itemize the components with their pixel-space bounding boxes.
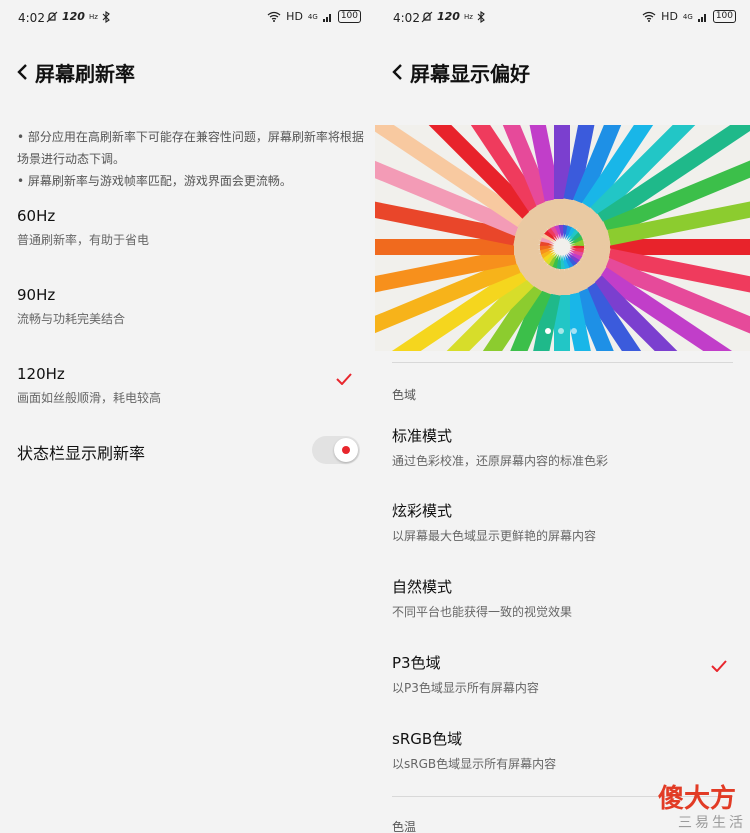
- page-title: 屏幕显示偏好: [410, 62, 530, 86]
- watermark-sub: 三易生活: [678, 815, 746, 831]
- option-120hz[interactable]: 120Hz 画面如丝般顺滑，耗电较高: [17, 365, 362, 406]
- option-standard[interactable]: 标准模式 通过色彩校准，还原屏幕内容的标准色彩: [392, 425, 737, 469]
- option-p3[interactable]: P3色域 以P3色域显示所有屏幕内容: [392, 652, 737, 696]
- status-hz-unit: Hz: [88, 12, 98, 21]
- signal-icon: [697, 13, 706, 22]
- header: 屏幕刷新率: [0, 50, 375, 94]
- bluetooth-icon: [102, 10, 110, 23]
- option-desc: 通过色彩校准，还原屏幕内容的标准色彩: [392, 454, 609, 468]
- signal-icon: [322, 13, 331, 22]
- note-line: • 部分应用在高刷新率下可能存在兼容性问题，屏幕刷新率将根据场景进行动态下调。: [17, 130, 364, 166]
- option-label: 自然模式: [392, 578, 453, 596]
- status-net: 4G: [307, 12, 318, 21]
- status-hz-unit: Hz: [463, 12, 473, 21]
- bluetooth-icon: [477, 10, 485, 23]
- option-label: 90Hz: [17, 286, 56, 304]
- preview-banner-pencils[interactable]: [375, 125, 750, 351]
- battery-icon: 100: [337, 10, 361, 23]
- option-desc: 画面如丝般顺滑，耗电较高: [17, 391, 162, 405]
- option-desc: 普通刷新率，有助于省电: [17, 233, 150, 247]
- note-line: • 屏幕刷新率与游戏帧率匹配，游戏界面会更流畅。: [17, 174, 292, 188]
- option-60hz[interactable]: 60Hz 普通刷新率，有助于省电: [17, 207, 362, 248]
- option-label: 60Hz: [17, 207, 56, 225]
- display-preference-screen: 4:02 120 Hz HD 4G 100 屏幕显示偏好 色域 标准模式 通过色彩…: [375, 0, 750, 833]
- carousel-indicator: [545, 328, 577, 334]
- bell-muted-icon: [421, 11, 433, 22]
- option-desc: 以sRGB色域显示所有屏幕内容: [392, 757, 557, 771]
- option-label: 120Hz: [17, 365, 65, 383]
- back-arrow-icon[interactable]: [389, 60, 407, 84]
- statusbar-refresh-toggle-row: 状态栏显示刷新率: [17, 436, 362, 466]
- option-desc: 以P3色域显示所有屏幕内容: [392, 681, 539, 695]
- divider: [392, 362, 733, 363]
- option-srgb[interactable]: sRGB色域 以sRGB色域显示所有屏幕内容: [392, 728, 737, 772]
- status-hd: HD: [661, 10, 678, 23]
- section-color-temp: 色温: [392, 820, 417, 833]
- wifi-icon: [642, 11, 656, 22]
- option-desc: 流畅与功耗完美结合: [17, 312, 126, 326]
- option-label: sRGB色域: [392, 730, 463, 748]
- toggle-label: 状态栏显示刷新率: [17, 444, 146, 463]
- option-natural[interactable]: 自然模式 不同平台也能获得一致的视觉效果: [392, 576, 737, 620]
- info-notes: • 部分应用在高刷新率下可能存在兼容性问题，屏幕刷新率将根据场景进行动态下调。 …: [17, 126, 367, 192]
- carousel-dot: [558, 328, 564, 334]
- option-label: 标准模式: [392, 427, 453, 445]
- wifi-icon: [267, 11, 281, 22]
- option-vivid[interactable]: 炫彩模式 以屏幕最大色域显示更鲜艳的屏幕内容: [392, 500, 737, 544]
- status-hz: 120: [437, 10, 460, 23]
- option-90hz[interactable]: 90Hz 流畅与功耗完美结合: [17, 286, 362, 327]
- bell-muted-icon: [46, 11, 58, 22]
- status-time: 4:02: [18, 11, 45, 25]
- section-gamut: 色域: [392, 388, 417, 402]
- statusbar-refresh-toggle[interactable]: [312, 436, 360, 464]
- toggle-knob: [334, 438, 358, 462]
- refresh-rate-screen: 4:02 120 Hz HD 4G 100 屏幕刷新率 • 部分应用在高刷新率下可…: [0, 0, 375, 833]
- status-bar: 4:02 120 Hz HD 4G 100: [375, 0, 750, 38]
- option-label: 炫彩模式: [392, 502, 453, 520]
- header: 屏幕显示偏好: [375, 50, 750, 94]
- carousel-dot: [545, 328, 551, 334]
- pencils-image: [375, 125, 750, 351]
- battery-icon: 100: [712, 10, 736, 23]
- checkmark-icon: [336, 373, 352, 385]
- status-hd: HD: [286, 10, 303, 23]
- checkmark-icon: [711, 660, 727, 672]
- status-time: 4:02: [393, 11, 420, 25]
- watermark-logo: 傻大方: [657, 784, 736, 814]
- status-net: 4G: [682, 12, 693, 21]
- option-desc: 不同平台也能获得一致的视觉效果: [392, 605, 573, 619]
- option-label: P3色域: [392, 654, 441, 672]
- carousel-dot: [571, 328, 577, 334]
- status-hz: 120: [62, 10, 85, 23]
- status-bar: 4:02 120 Hz HD 4G 100: [0, 0, 375, 38]
- page-title: 屏幕刷新率: [35, 62, 135, 86]
- back-arrow-icon[interactable]: [14, 60, 32, 84]
- option-desc: 以屏幕最大色域显示更鲜艳的屏幕内容: [392, 529, 597, 543]
